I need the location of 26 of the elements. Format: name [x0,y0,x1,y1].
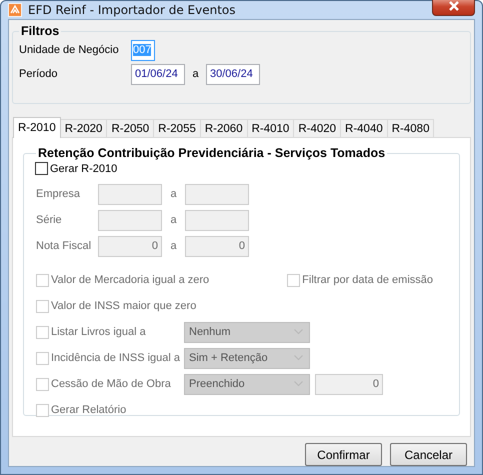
tab[interactable]: R-2010 [13,117,61,138]
separator-label: a [191,68,200,80]
checkbox-label: Valor de INSS maior que zero [51,300,196,312]
date-field[interactable]: 30/06/24 [206,64,260,84]
checkbox-label: Listar Livros igual a [51,326,146,338]
checkbox-label: Gerar Relatório [51,404,126,416]
field-label: Período [19,68,59,80]
checkbox-label: Filtrar por data de emissão [302,274,434,286]
tab[interactable]: R-4080 [386,119,434,137]
dialog-button[interactable]: Confirmar [305,443,382,466]
separator-label: a [169,214,178,226]
group-title: Filtros [20,24,60,38]
checkbox-label: Incidência de INSS igual a [51,352,180,364]
field-label: Série [36,214,63,226]
date-field[interactable]: 01/06/24 [131,64,185,84]
group-title: Retenção Contribuição Previdenciária - Serviços Tomados [37,146,386,160]
checkbox-label: Gerar R-2010 [50,162,118,174]
separator-label: a [169,188,178,200]
checkbox-label: Cessão de Mão de Obra [51,378,171,390]
dialog-button[interactable]: Cancelar [390,443,467,466]
checkbox-label: Valor de Mercadoria igual a zero [51,274,210,286]
field-label: Empresa [36,188,82,200]
field-label: Unidade de Negócio [19,44,120,56]
separator-label: a [169,240,178,252]
window-title: EFD Reinf - Importador de Eventos [28,3,237,17]
field-label: Nota Fiscal [36,240,92,252]
